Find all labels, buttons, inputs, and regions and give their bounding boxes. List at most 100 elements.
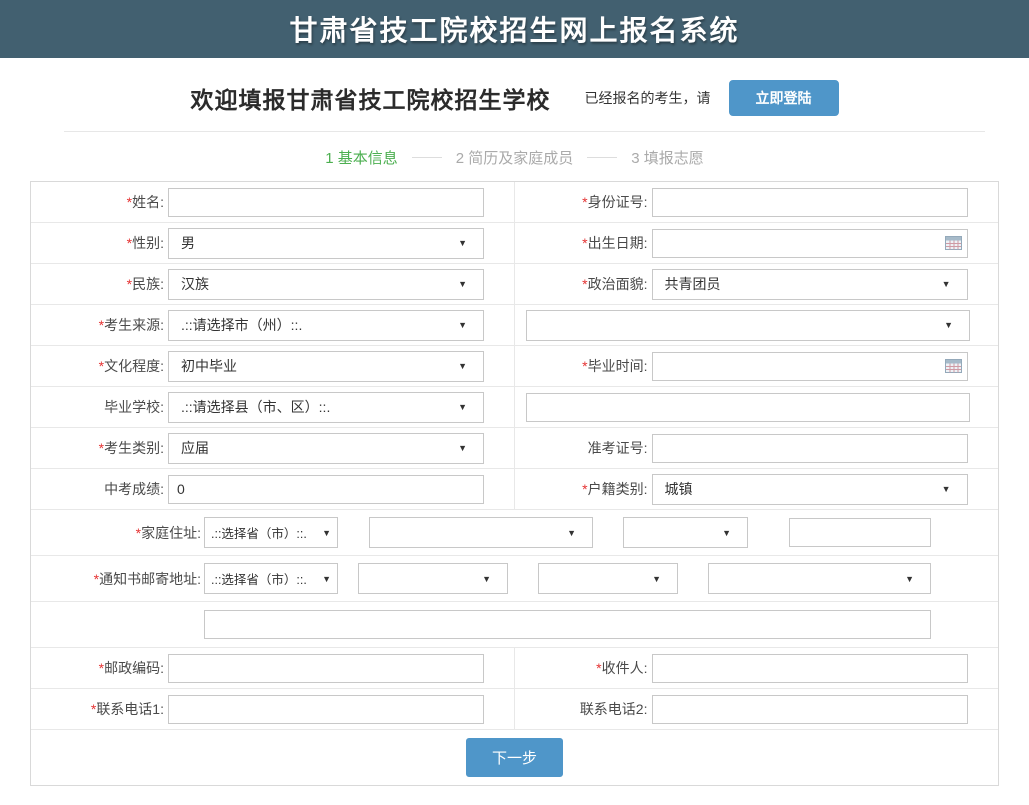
step-resume-family[interactable]: 2 简历及家庭成员	[456, 147, 574, 168]
graduation-date-label: *毕业时间:	[515, 356, 648, 376]
postal-code-input[interactable]	[168, 654, 484, 683]
chevron-down-icon: ▼	[458, 279, 467, 289]
phone2-label-text: 联系电话2:	[580, 701, 648, 717]
home-address-label-text: 家庭住址:	[141, 525, 201, 541]
exam-ticket-label-text: 准考证号:	[588, 440, 648, 456]
calendar-icon[interactable]	[945, 236, 962, 250]
ethnicity-label: *民族:	[31, 274, 164, 294]
login-hint-text: 已经报名的考生，请	[585, 88, 711, 108]
exam-score-input[interactable]	[168, 475, 484, 504]
candidate-origin-label: *考生来源:	[31, 315, 164, 335]
form-row-education-graduation: *文化程度: 初中毕业 ▼ *毕业时间:	[31, 346, 998, 387]
chevron-down-icon: ▼	[942, 484, 951, 494]
chevron-down-icon: ▼	[458, 402, 467, 412]
name-label: *姓名:	[31, 192, 164, 212]
name-input[interactable]	[168, 188, 484, 217]
home-address-city-select[interactable]: ▼	[369, 517, 593, 548]
household-type-select[interactable]: 城镇 ▼	[652, 474, 968, 505]
home-address-label: *家庭住址:	[31, 523, 201, 543]
recipient-input[interactable]	[652, 654, 968, 683]
candidate-type-select-value: 应届	[181, 438, 209, 458]
phone1-input[interactable]	[168, 695, 484, 724]
ethnicity-select[interactable]: 汉族 ▼	[168, 269, 484, 300]
postal-code-label-text: 邮政编码:	[104, 660, 164, 676]
registration-form: *姓名: *身份证号: *性别: 男 ▼ *出生日期:	[30, 181, 999, 786]
step-preferences[interactable]: 3 填报志愿	[631, 147, 704, 168]
login-button[interactable]: 立即登陆	[729, 80, 839, 116]
form-row-home-address: *家庭住址: .::选择省（市）::. ▼ ▼ ▼	[31, 510, 998, 556]
postal-code-label: *邮政编码:	[31, 658, 164, 678]
mailing-address-city-select[interactable]: ▼	[358, 563, 508, 594]
bottom-spacer	[0, 786, 1029, 805]
form-row-graduation-school: 毕业学校: .::请选择县（市、区）::. ▼	[31, 387, 998, 428]
app-title: 甘肃省技工院校招生网上报名系统	[289, 9, 739, 49]
form-row-actions: 下一步	[31, 730, 998, 785]
political-status-select[interactable]: 共青团员 ▼	[652, 269, 968, 300]
household-type-label-text: 户籍类别:	[588, 481, 648, 497]
chevron-down-icon: ▼	[942, 279, 951, 289]
gender-select[interactable]: 男 ▼	[168, 228, 484, 259]
candidate-origin-city-value: .::请选择市（州）::.	[181, 315, 302, 335]
mailing-address-label-text: 通知书邮寄地址:	[99, 571, 201, 587]
candidate-type-select[interactable]: 应届 ▼	[168, 433, 484, 464]
education-level-select-value: 初中毕业	[181, 356, 237, 376]
household-type-select-value: 城镇	[665, 479, 693, 499]
chevron-down-icon: ▼	[722, 528, 731, 538]
graduation-school-county-select[interactable]: .::请选择县（市、区）::. ▼	[168, 392, 484, 423]
form-row-phones: *联系电话1: 联系电话2:	[31, 689, 998, 730]
home-address-detail-input[interactable]	[789, 518, 931, 547]
birth-date-label-text: 出生日期:	[588, 235, 648, 251]
exam-ticket-label: 准考证号:	[515, 438, 648, 458]
graduation-date-input[interactable]	[652, 352, 968, 381]
political-status-select-value: 共青团员	[665, 274, 721, 294]
household-type-label: *户籍类别:	[515, 479, 648, 499]
gender-select-value: 男	[181, 233, 195, 253]
candidate-type-label-text: 考生类别:	[104, 440, 164, 456]
form-row-postal-recipient: *邮政编码: *收件人:	[31, 648, 998, 689]
name-label-text: 姓名:	[132, 194, 164, 210]
education-level-select[interactable]: 初中毕业 ▼	[168, 351, 484, 382]
form-row-score-household: 中考成绩: *户籍类别: 城镇 ▼	[31, 469, 998, 510]
mailing-address-province-select[interactable]: .::选择省（市）::. ▼	[204, 563, 338, 594]
home-address-county-select[interactable]: ▼	[623, 517, 748, 548]
chevron-down-icon: ▼	[458, 361, 467, 371]
home-address-province-select[interactable]: .::选择省（市）::. ▼	[204, 517, 338, 548]
step-indicator: 1 基本信息 2 简历及家庭成员 3 填报志愿	[0, 132, 1029, 181]
calendar-icon[interactable]	[945, 359, 962, 373]
candidate-origin-county-select[interactable]: ▼	[526, 310, 971, 341]
id-number-input[interactable]	[652, 188, 968, 217]
app-header: 甘肃省技工院校招生网上报名系统	[0, 0, 1029, 58]
candidate-origin-city-select[interactable]: .::请选择市（州）::. ▼	[168, 310, 484, 341]
form-row-ethnicity-political: *民族: 汉族 ▼ *政治面貌: 共青团员 ▼	[31, 264, 998, 305]
id-number-label: *身份证号:	[515, 192, 648, 212]
chevron-down-icon: ▼	[322, 574, 331, 584]
birth-date-input[interactable]	[652, 229, 968, 258]
graduation-date-label-text: 毕业时间:	[588, 358, 648, 374]
phone2-input[interactable]	[652, 695, 968, 724]
form-row-gender-birth: *性别: 男 ▼ *出生日期:	[31, 223, 998, 264]
exam-ticket-input[interactable]	[652, 434, 968, 463]
phone1-label: *联系电话1:	[31, 699, 164, 719]
chevron-down-icon: ▼	[458, 238, 467, 248]
phone1-label-text: 联系电话1:	[96, 701, 164, 717]
home-address-province-value: .::选择省（市）::.	[211, 523, 307, 542]
form-row-address-detail	[31, 602, 998, 648]
step-separator	[412, 157, 442, 158]
graduation-school-label-text: 毕业学校:	[104, 399, 164, 415]
graduation-school-county-value: .::请选择县（市、区）::.	[181, 397, 330, 417]
mailing-address-county-select[interactable]: ▼	[538, 563, 678, 594]
form-row-mailing-address: *通知书邮寄地址: .::选择省（市）::. ▼ ▼ ▼ ▼	[31, 556, 998, 602]
education-level-label-text: 文化程度:	[104, 358, 164, 374]
mailing-address-town-select[interactable]: ▼	[708, 563, 931, 594]
exam-score-label-text: 中考成绩:	[104, 481, 164, 497]
mailing-address-label: *通知书邮寄地址:	[31, 569, 201, 589]
step-basic-info[interactable]: 1 基本信息	[325, 147, 398, 168]
exam-score-label: 中考成绩:	[31, 479, 164, 499]
graduation-school-name-input[interactable]	[526, 393, 971, 422]
address-detail-input[interactable]	[204, 610, 931, 639]
step-separator	[587, 157, 617, 158]
next-step-button[interactable]: 下一步	[466, 738, 563, 777]
ethnicity-label-text: 民族:	[132, 276, 164, 292]
chevron-down-icon: ▼	[482, 574, 491, 584]
recipient-label-text: 收件人:	[602, 660, 648, 676]
